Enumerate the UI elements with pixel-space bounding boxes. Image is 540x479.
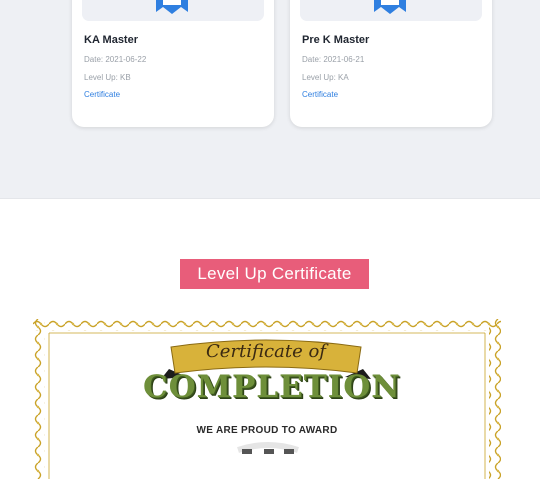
achievements-area: KA Master Date: 2021-06-22 Level Up: KB … <box>0 0 540 199</box>
section-heading: Level Up Certificate <box>180 259 369 289</box>
certificate-link[interactable]: Certificate <box>84 90 120 99</box>
card-date: Date: 2021-06-22 <box>84 55 147 64</box>
card-thumbnail <box>82 0 264 21</box>
card-title: KA Master <box>84 34 138 46</box>
certificate-script-heading: Certificate of <box>206 341 326 362</box>
card-date: Date: 2021-06-21 <box>302 55 365 64</box>
certificate-link[interactable]: Certificate <box>302 90 338 99</box>
ribbon-badge-icon <box>374 0 406 14</box>
achievement-card-pre-k-master: Pre K Master Date: 2021-06-21 Level Up: … <box>290 0 492 127</box>
card-level: Level Up: KB <box>84 73 131 82</box>
card-thumbnail <box>300 0 482 21</box>
achievement-card-ka-master: KA Master Date: 2021-06-22 Level Up: KB … <box>72 0 274 127</box>
card-level: Level Up: KA <box>302 73 349 82</box>
recipient-name-cropped <box>237 442 299 454</box>
certificate-title: COMPLETION <box>143 369 401 405</box>
card-title: Pre K Master <box>302 34 370 46</box>
certificate-preview: Certificate of COMPLETION WE ARE PROUD T… <box>33 319 501 479</box>
ribbon-badge-icon <box>156 0 188 14</box>
award-statement: WE ARE PROUD TO AWARD <box>196 425 338 436</box>
